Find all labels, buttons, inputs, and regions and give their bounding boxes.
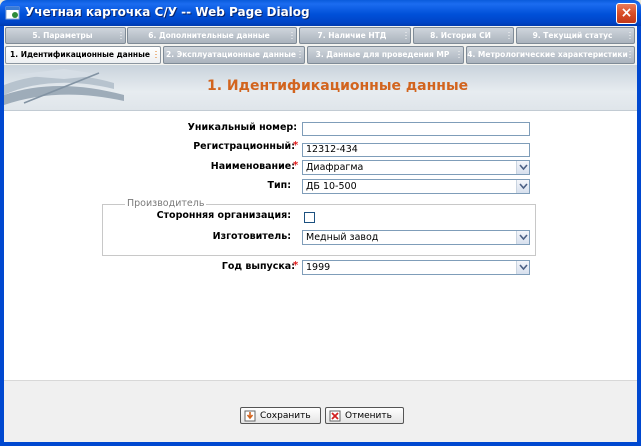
tab-current-status[interactable]: 9. Текущий статус bbox=[516, 27, 635, 44]
tab-label: 5. Параметры bbox=[32, 30, 93, 40]
identification-form: Уникальный номер: Регистрационный: * 123… bbox=[4, 112, 637, 380]
save-button-label: Сохранить bbox=[260, 410, 311, 421]
tab-grip-icon bbox=[458, 50, 460, 59]
tab-grip-icon bbox=[120, 31, 122, 40]
chevron-down-icon[interactable] bbox=[516, 161, 529, 174]
tab-grip-icon bbox=[155, 50, 157, 59]
tab-additional-data[interactable]: 6. Дополнительные данные bbox=[127, 27, 297, 44]
required-marker: * bbox=[293, 260, 299, 271]
chevron-down-icon[interactable] bbox=[516, 180, 529, 193]
tab-grip-icon bbox=[508, 31, 510, 40]
tab-label: 9. Текущий статус bbox=[532, 30, 613, 40]
tab-label: 8. История СИ bbox=[430, 30, 491, 40]
tab-grip-icon bbox=[405, 31, 407, 40]
maker-select-value: Медный завод bbox=[306, 232, 379, 243]
year-select-value: 1999 bbox=[306, 262, 331, 273]
tab-parameters[interactable]: 5. Параметры bbox=[5, 27, 126, 44]
tab-row-top: 5. Параметры 6. Дополнительные данные 7.… bbox=[4, 26, 637, 45]
window-title: Учетная карточка С/У -- Web Page Dialog bbox=[25, 5, 310, 19]
tab-grip-icon bbox=[291, 31, 293, 40]
save-button[interactable]: Сохранить bbox=[240, 407, 321, 424]
tab-label: 7. Наличие НТД bbox=[317, 30, 387, 40]
tab-operational[interactable]: 2. Эксплуатационные данные bbox=[163, 46, 305, 64]
type-select[interactable]: ДБ 10-500 bbox=[302, 179, 530, 194]
web-page-icon bbox=[5, 6, 20, 20]
maker-select[interactable]: Медный завод bbox=[302, 230, 530, 245]
unique-number-label: Уникальный номер: bbox=[187, 122, 297, 133]
third-party-checkbox[interactable] bbox=[304, 212, 315, 223]
tab-history[interactable]: 8. История СИ bbox=[413, 27, 514, 44]
chevron-down-icon[interactable] bbox=[516, 261, 529, 274]
tab-mr-data[interactable]: 3. Данные для проведения МР bbox=[307, 46, 464, 64]
required-marker: * bbox=[293, 160, 299, 171]
cancel-icon bbox=[329, 410, 341, 421]
tab-grip-icon bbox=[629, 31, 631, 40]
cancel-button[interactable]: Отменить bbox=[325, 407, 404, 424]
tab-label: 2. Эксплуатационные данные bbox=[166, 50, 296, 59]
tab-row-bottom: 1. Идентификационные данные 2. Эксплуата… bbox=[4, 45, 637, 65]
third-party-label: Сторонняя организация: bbox=[156, 210, 291, 221]
tab-metrological[interactable]: 4. Метрологические характеристики bbox=[466, 46, 635, 64]
tab-ntd[interactable]: 7. Наличие НТД bbox=[299, 27, 411, 44]
close-icon: × bbox=[620, 5, 633, 21]
tab-identification[interactable]: 1. Идентификационные данные bbox=[5, 46, 161, 64]
close-button[interactable]: × bbox=[616, 3, 637, 24]
page-title: 1. Идентификационные данные bbox=[207, 78, 469, 94]
tab-grip-icon bbox=[629, 50, 631, 59]
name-label: Наименование: bbox=[210, 161, 295, 172]
tab-grip-icon bbox=[299, 50, 301, 59]
tab-label: 1. Идентификационные данные bbox=[10, 50, 150, 59]
window-title-bar[interactable]: Учетная карточка С/У -- Web Page Dialog … bbox=[0, 0, 641, 26]
dialog-footer: Сохранить Отменить bbox=[4, 380, 637, 442]
name-select-value: Диафрагма bbox=[306, 162, 364, 173]
registration-input[interactable]: 12312-434 bbox=[302, 143, 530, 157]
save-icon bbox=[244, 410, 256, 421]
tab-label: 3. Данные для проведения МР bbox=[315, 50, 450, 59]
type-select-value: ДБ 10-500 bbox=[306, 181, 357, 192]
maker-label: Изготовитель: bbox=[212, 231, 291, 242]
chevron-down-icon[interactable] bbox=[516, 231, 529, 244]
unique-number-input[interactable] bbox=[302, 122, 530, 136]
manufacturer-group-legend: Производитель bbox=[125, 198, 207, 209]
tab-label: 6. Дополнительные данные bbox=[148, 30, 270, 40]
section-header: 1. Идентификационные данные bbox=[4, 65, 637, 111]
type-label: Тип: bbox=[267, 180, 292, 191]
year-select[interactable]: 1999 bbox=[302, 260, 530, 275]
name-select[interactable]: Диафрагма bbox=[302, 160, 530, 175]
cancel-button-label: Отменить bbox=[345, 410, 392, 421]
header-decoration-icon bbox=[4, 69, 124, 105]
tab-label: 4. Метрологические характеристики bbox=[467, 50, 628, 59]
registration-label: Регистрационный: bbox=[193, 141, 295, 152]
year-label: Год выпуска: bbox=[221, 261, 295, 272]
required-marker: * bbox=[293, 140, 299, 151]
